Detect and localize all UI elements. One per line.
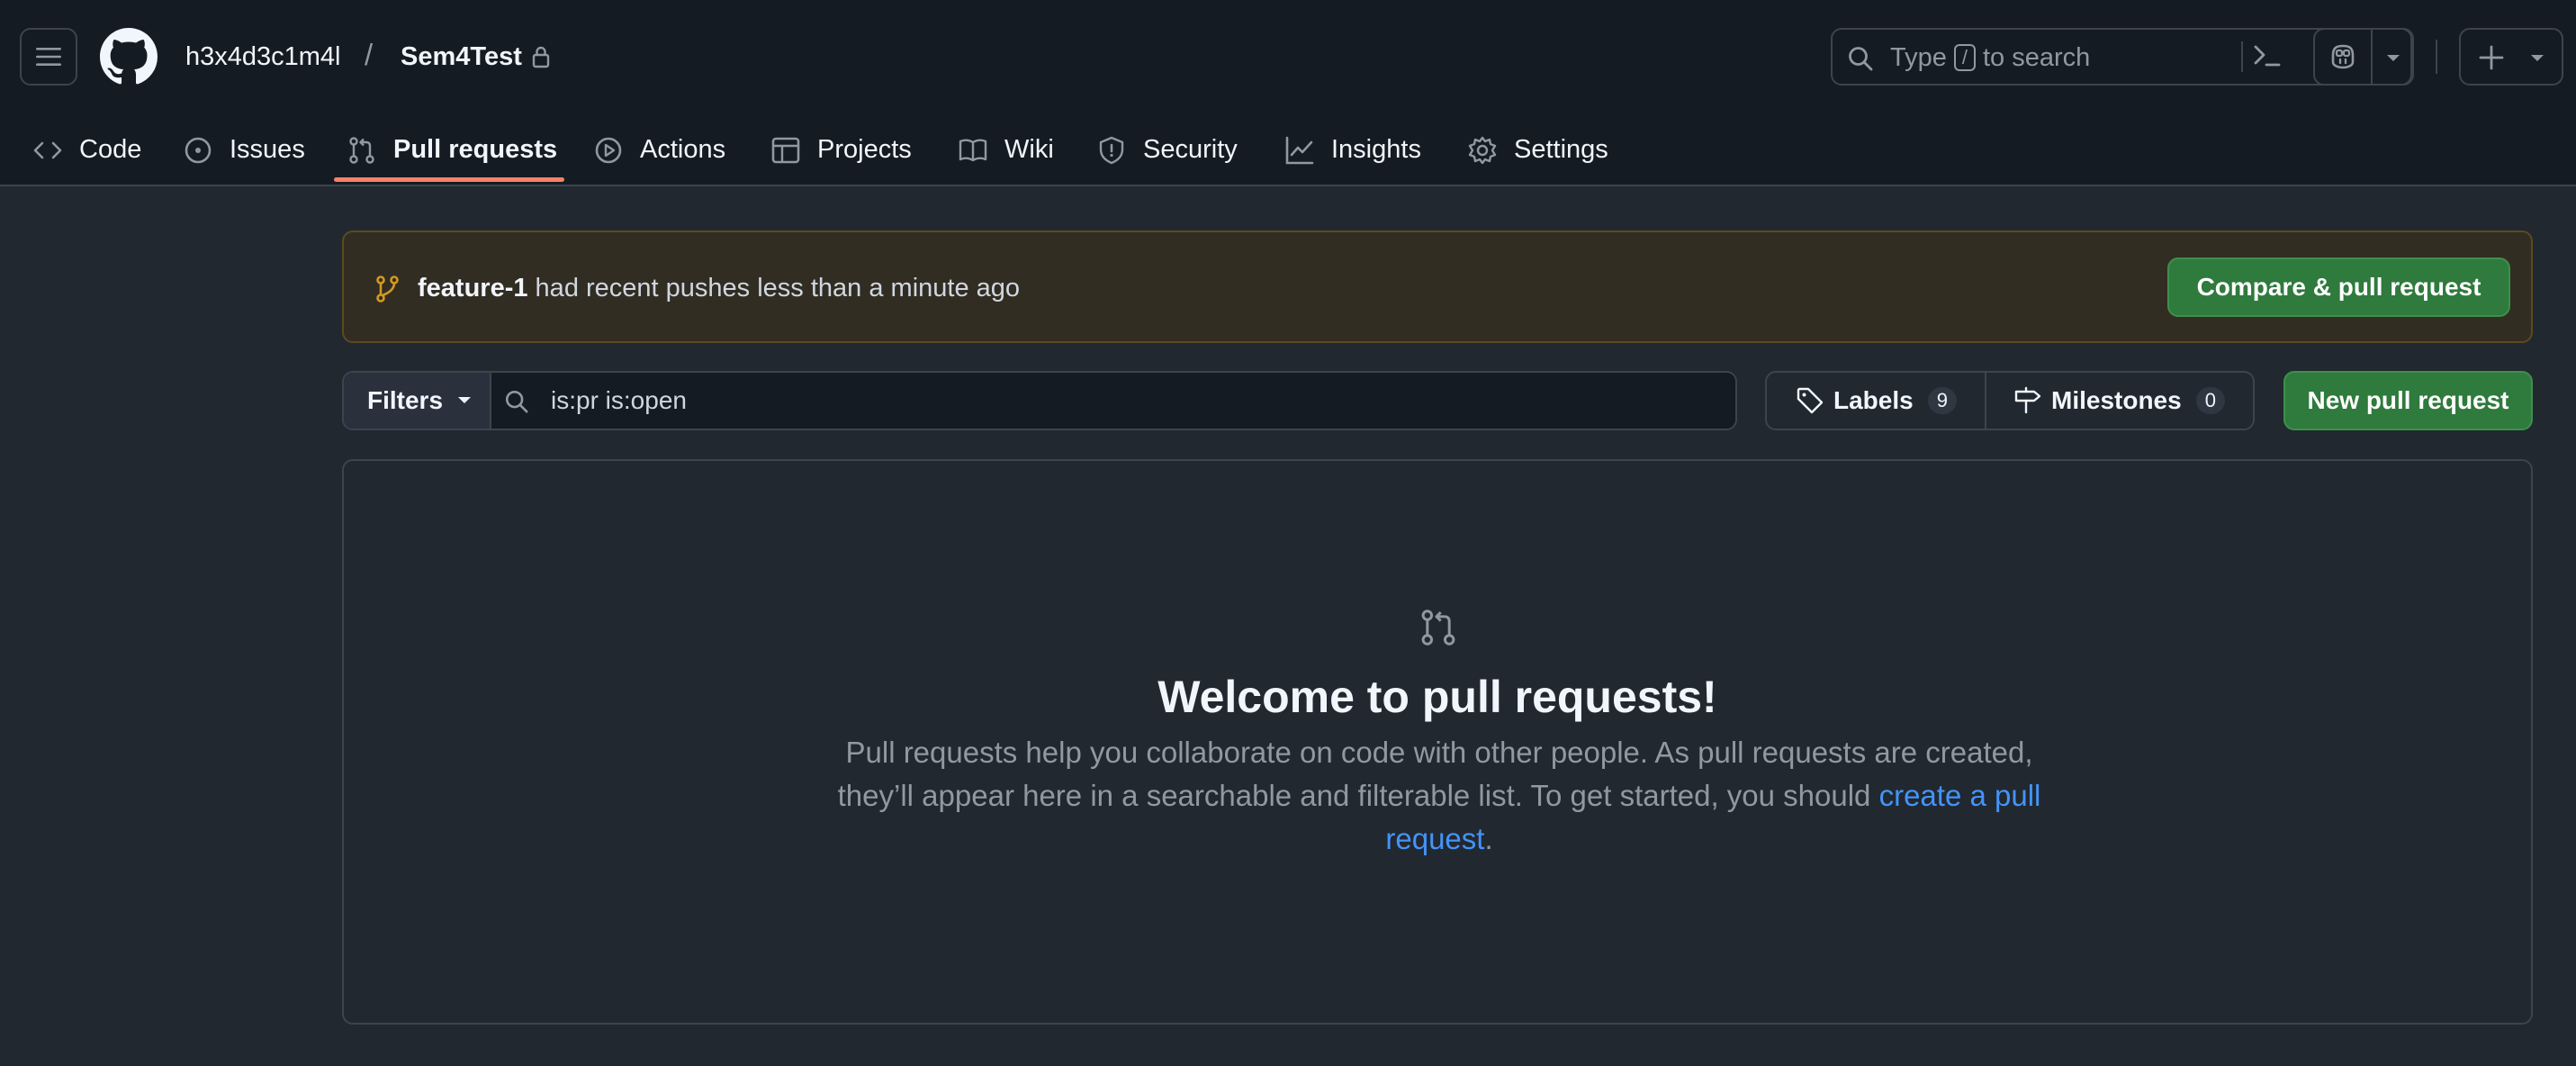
tab-label: Code <box>79 135 142 164</box>
gear-icon <box>1468 136 1497 164</box>
shield-icon <box>1099 136 1124 164</box>
open-menu-button[interactable] <box>20 28 77 86</box>
new-pull-request-button[interactable]: New pull request <box>2283 371 2533 430</box>
blankslate-description: Pull requests help you collaborate on co… <box>809 731 2069 861</box>
header-divider <box>2436 40 2437 74</box>
labels-milestones-group: Labels 9 Milestones 0 <box>1765 371 2255 430</box>
labels-milestones-divider <box>1985 373 1986 429</box>
search-shortcut-key: / <box>1953 44 1976 71</box>
search-icon <box>1849 47 1873 71</box>
tab-issues[interactable]: Issues <box>183 113 305 186</box>
branch-name[interactable]: feature-1 <box>418 274 528 303</box>
tab-label: Projects <box>817 135 912 164</box>
pull-requests-blankslate: Welcome to pull requests! Pull requests … <box>342 459 2533 1025</box>
breadcrumb-separator: / <box>365 38 374 71</box>
tab-label: Settings <box>1514 135 1608 164</box>
tab-label: Pull requests <box>393 135 558 164</box>
labels-label: Labels <box>1833 386 1914 414</box>
milestones-button[interactable]: Milestones 0 <box>2013 373 2225 429</box>
recent-push-text: had recent pushes less than a minute ago <box>527 274 1021 303</box>
tab-label: Actions <box>640 135 726 164</box>
compare-pull-request-button[interactable]: Compare & pull request <box>2167 257 2510 317</box>
chevron-down-icon[interactable] <box>2383 51 2403 64</box>
tab-security[interactable]: Security <box>1096 113 1238 186</box>
repo-header: h3x4d3c1m4l / Sem4Test Type / to search <box>0 0 2576 186</box>
milestones-count: 0 <box>2195 387 2225 414</box>
search-placeholder: Type / to search <box>1890 42 2090 73</box>
create-new-menu[interactable] <box>2459 28 2563 86</box>
recent-push-banner: feature-1 had recent pushes less than a … <box>342 230 2533 343</box>
milestone-icon <box>2014 386 2041 414</box>
issue-opened-icon <box>185 137 212 163</box>
recent-push-message: feature-1 had recent pushes less than a … <box>418 272 1020 304</box>
git-branch-icon <box>376 276 399 303</box>
code-icon <box>33 141 62 158</box>
milestones-label: Milestones <box>2051 386 2182 414</box>
blankslate-text: Pull requests help you collaborate on co… <box>837 736 2033 812</box>
tab-label: Insights <box>1331 135 1421 164</box>
hamburger-icon <box>36 48 61 66</box>
command-palette-icon[interactable] <box>2253 42 2282 69</box>
github-logo-icon[interactable] <box>100 28 158 86</box>
repo-name-link[interactable]: Sem4Test <box>401 40 522 74</box>
table-icon <box>771 137 800 163</box>
tab-pull-requests[interactable]: Pull requests <box>347 113 557 186</box>
tab-actions[interactable]: Actions <box>593 113 725 186</box>
tab-projects[interactable]: Projects <box>770 113 912 186</box>
tab-label: Security <box>1143 135 1238 164</box>
labels-button[interactable]: Labels 9 <box>1796 373 1957 429</box>
repo-nav-tabs: Code Issues Pull requests Actions Projec… <box>0 113 2576 186</box>
blankslate-trailing: . <box>1484 822 1493 855</box>
blankslate-title: Welcome to pull requests! <box>1157 672 1717 722</box>
tab-label: Issues <box>230 135 305 164</box>
search-divider <box>2241 41 2243 72</box>
book-icon <box>959 139 987 161</box>
copilot-icon[interactable] <box>2328 42 2358 71</box>
search-icon <box>505 390 528 413</box>
filters-dropdown-button[interactable]: Filters <box>344 373 491 429</box>
copilot-menu <box>2313 28 2414 86</box>
pr-search-input[interactable] <box>491 373 1735 429</box>
chevron-down-icon <box>2531 55 2544 61</box>
graph-icon <box>1285 136 1314 164</box>
plus-icon <box>2479 45 2504 70</box>
selected-tab-underline <box>334 177 564 182</box>
search-prefix: Type <box>1890 43 1947 72</box>
copilot-divider <box>2371 30 2373 84</box>
tab-wiki[interactable]: Wiki <box>958 113 1054 186</box>
tab-settings[interactable]: Settings <box>1467 113 1608 186</box>
tab-insights[interactable]: Insights <box>1284 113 1421 186</box>
tab-label: Wiki <box>1004 135 1054 164</box>
pr-filter-bar: Filters <box>342 371 1737 430</box>
filters-label: Filters <box>367 386 444 414</box>
tab-code[interactable]: Code <box>32 113 141 186</box>
play-icon <box>595 137 622 163</box>
tag-icon <box>1797 387 1824 414</box>
git-pull-request-icon <box>1421 610 1455 646</box>
search-suffix: to search <box>1983 43 2091 72</box>
git-pull-request-icon <box>349 136 374 164</box>
labels-count: 9 <box>1927 387 1957 414</box>
lock-icon <box>532 46 550 68</box>
top-bar: h3x4d3c1m4l / Sem4Test Type / to search <box>0 0 2576 113</box>
chevron-down-icon <box>458 397 472 403</box>
repo-owner-link[interactable]: h3x4d3c1m4l <box>185 40 341 74</box>
